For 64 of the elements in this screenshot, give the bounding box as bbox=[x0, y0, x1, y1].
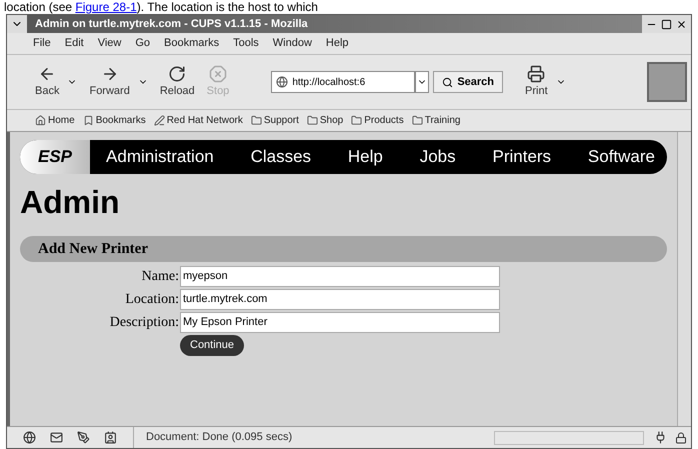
pen-icon[interactable] bbox=[77, 431, 90, 444]
bookmark-link[interactable]: Products bbox=[351, 113, 404, 128]
plug-icon bbox=[654, 431, 667, 444]
address-field[interactable]: http://localhost:6 bbox=[271, 71, 416, 93]
reload-icon bbox=[168, 64, 186, 83]
maximize-icon[interactable] bbox=[661, 18, 672, 30]
nav-link[interactable]: Software bbox=[588, 144, 655, 170]
bookmark-link[interactable]: Shop bbox=[306, 113, 344, 128]
menu-item[interactable]: File bbox=[33, 35, 51, 52]
nav-link[interactable]: Administration bbox=[106, 144, 214, 170]
address-text: http://localhost:6 bbox=[292, 76, 366, 90]
figure-link[interactable]: Figure 28-1 bbox=[75, 0, 137, 14]
contact-card-icon[interactable] bbox=[104, 431, 117, 444]
folder-icon bbox=[412, 115, 423, 126]
field-label: Name: bbox=[140, 268, 180, 286]
nav-link[interactable]: Help bbox=[348, 144, 383, 170]
toolbar-button[interactable]: Reload bbox=[160, 64, 195, 100]
bookmark-link[interactable]: Training bbox=[412, 113, 460, 128]
folder-icon bbox=[250, 115, 262, 126]
mail-icon[interactable] bbox=[50, 431, 63, 444]
pen-icon bbox=[154, 115, 165, 126]
menu-item[interactable]: Tools bbox=[233, 35, 259, 52]
folder-icon bbox=[306, 115, 318, 126]
window-title: Admin on turtle.mytrek.com - CUPS v1.1.15 - Mozilla bbox=[35, 16, 309, 32]
folder-icon bbox=[351, 115, 362, 126]
menu-item[interactable]: Window bbox=[272, 35, 312, 52]
search-icon bbox=[442, 76, 454, 88]
field-label: Location: bbox=[124, 291, 180, 309]
bookmark-link[interactable]: Bookmarks bbox=[82, 113, 146, 128]
nav-link[interactable]: Printers bbox=[492, 144, 552, 170]
print-button[interactable]: Print bbox=[525, 64, 548, 100]
text-field[interactable]: myepson bbox=[180, 266, 500, 287]
close-icon[interactable] bbox=[676, 18, 687, 30]
scrollbar[interactable] bbox=[677, 132, 691, 426]
toolbar-button[interactable]: Forward bbox=[89, 64, 130, 100]
continue-button[interactable]: Continue bbox=[180, 335, 244, 356]
bookmark-link[interactable]: Home bbox=[35, 113, 75, 128]
section-header: Add New Printer bbox=[20, 236, 667, 262]
printer-icon bbox=[527, 64, 546, 83]
house-icon bbox=[35, 115, 46, 126]
bookmark-icon bbox=[82, 115, 94, 126]
navigator-icon[interactable] bbox=[23, 431, 36, 444]
menu-item[interactable]: View bbox=[98, 35, 122, 52]
nav-link[interactable]: Classes bbox=[250, 144, 312, 170]
lock-icon bbox=[675, 432, 687, 444]
search-button[interactable]: Search bbox=[433, 71, 504, 93]
text-field[interactable]: My Epson Printer bbox=[180, 312, 500, 333]
page-heading: Admin bbox=[20, 183, 121, 222]
menu-item[interactable]: Bookmarks bbox=[164, 35, 220, 52]
address-dropdown[interactable] bbox=[415, 71, 430, 93]
stop-icon bbox=[208, 64, 227, 83]
menu-item[interactable]: Help bbox=[326, 35, 349, 52]
nav-link[interactable]: Jobs bbox=[420, 144, 456, 170]
bookmark-link[interactable]: Support bbox=[250, 113, 299, 128]
caption-text: location (see Figure 28-1). The location is the host to which bbox=[3, 0, 319, 14]
field-label: Description: bbox=[108, 314, 180, 332]
menu-item[interactable]: Edit bbox=[64, 35, 84, 52]
menu-item[interactable]: Go bbox=[135, 35, 150, 52]
text-field[interactable]: turtle.mytrek.com bbox=[180, 289, 500, 310]
bookmark-link[interactable]: Red Hat Network bbox=[154, 113, 243, 128]
brand-tab[interactable]: ESP bbox=[20, 140, 90, 174]
toolbar-button[interactable]: Back bbox=[35, 64, 60, 100]
site-icon bbox=[276, 76, 288, 88]
status-text: Document: Done (0.095 secs) bbox=[145, 430, 294, 446]
